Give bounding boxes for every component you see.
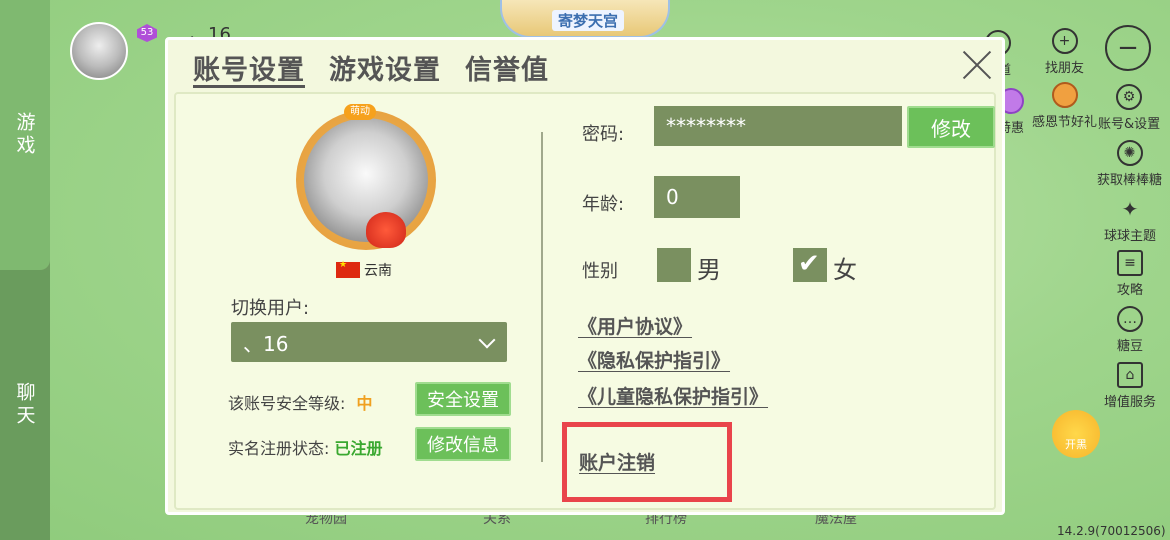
- password-field[interactable]: ********: [654, 106, 902, 146]
- shop-icon: ⌂: [1117, 362, 1143, 388]
- minus-button[interactable]: −: [1105, 25, 1151, 71]
- china-flag-icon: [336, 260, 360, 278]
- realname-row: 实名注册状态: 已注册: [228, 435, 383, 459]
- ball-theme-label: 球球主题: [1104, 229, 1157, 244]
- tab-chat[interactable]: 聊天: [0, 270, 50, 540]
- security-level-label: 该账号安全等级:: [228, 394, 346, 413]
- close-icon[interactable]: [962, 50, 992, 80]
- value-service-menu[interactable]: ⌂ 增值服务: [1104, 362, 1156, 410]
- candy-beans-menu[interactable]: … 糖豆: [1117, 306, 1143, 354]
- thanksgiving-menu[interactable]: 感恩节好礼: [1032, 82, 1097, 130]
- tab-game[interactable]: 游戏: [0, 0, 50, 270]
- book-icon: ≡: [1117, 250, 1143, 276]
- user-select[interactable]: 、16: [231, 322, 507, 362]
- tab-reputation[interactable]: 信誉值: [465, 48, 549, 87]
- dialog-tabs: 账号设置 游戏设置 信誉值: [193, 48, 549, 87]
- guide-menu[interactable]: ≡ 攻略: [1117, 250, 1143, 298]
- candy-beans-label: 糖豆: [1117, 339, 1144, 354]
- guide-label: 攻略: [1117, 283, 1144, 298]
- age-field[interactable]: 0: [654, 176, 740, 218]
- modify-password-button[interactable]: 修改: [907, 106, 995, 148]
- minus-icon: −: [1117, 33, 1139, 63]
- get-candy-menu[interactable]: ✺ 获取棒棒糖: [1097, 140, 1162, 188]
- version-text: 14.2.9(70012506): [1057, 524, 1166, 538]
- find-friends-label: 找朋友: [1045, 61, 1085, 76]
- thanksgiving-label: 感恩节好礼: [1032, 115, 1098, 130]
- crab-decoration: [366, 212, 406, 248]
- frame-tag: 萌动: [344, 104, 376, 120]
- user-select-value: 、16: [243, 331, 289, 356]
- value-service-label: 增值服务: [1104, 395, 1157, 410]
- security-level-row: 该账号安全等级: 中: [228, 390, 373, 414]
- edit-info-button[interactable]: 修改信息: [415, 427, 511, 461]
- account-panel: 萌动 云南 切换用户: 、16 该账号安全等级: 中 安全设置 实名注册状态: …: [174, 92, 996, 510]
- level-badge: 53: [137, 24, 157, 42]
- chat-bubble-icon: …: [1117, 306, 1143, 332]
- account-settings-menu[interactable]: ⚙ 账号&设置: [1098, 84, 1160, 132]
- user-agreement-link[interactable]: 《用户协议》: [578, 312, 692, 339]
- find-friends-menu[interactable]: + 找朋友: [1045, 28, 1084, 76]
- event-banner-label: 寄梦天宫: [552, 10, 625, 31]
- age-label: 年龄:: [582, 194, 625, 215]
- cancel-account-link[interactable]: 账户注销: [579, 448, 655, 475]
- left-rail: 游戏 聊天: [0, 0, 50, 540]
- column-divider: [541, 132, 543, 462]
- get-candy-label: 获取棒棒糖: [1097, 173, 1163, 188]
- tab-account-settings[interactable]: 账号设置: [193, 48, 305, 87]
- ball-theme-menu[interactable]: ✦ 球球主题: [1104, 196, 1156, 244]
- settings-dialog: 账号设置 游戏设置 信誉值 萌动 云南 切换用户: 、16 该账号安全等级: 中…: [165, 37, 1005, 515]
- account-settings-label: 账号&设置: [1098, 117, 1161, 132]
- security-level-value: 中: [356, 394, 373, 413]
- avatar[interactable]: [70, 22, 128, 80]
- chevron-down-icon: [478, 331, 496, 349]
- basket-icon: [1051, 82, 1078, 108]
- realname-value: 已注册: [334, 439, 383, 458]
- gender-label: 性别: [582, 261, 618, 282]
- tab-game-settings[interactable]: 游戏设置: [329, 48, 441, 87]
- region: 云南: [336, 260, 392, 280]
- realname-label: 实名注册状态:: [228, 439, 330, 458]
- kaihei-label: 开黑: [1065, 438, 1087, 451]
- male-label: 男: [697, 256, 721, 284]
- privacy-guide-link[interactable]: 《隐私保护指引》: [578, 346, 730, 373]
- password-label: 密码:: [582, 124, 625, 145]
- sparkle-icon: ✦: [1121, 197, 1139, 221]
- child-privacy-guide-link[interactable]: 《儿童隐私保护指引》: [578, 382, 768, 409]
- male-checkbox[interactable]: [657, 248, 691, 282]
- add-friend-icon: +: [1051, 28, 1078, 54]
- switch-user-label: 切换用户:: [231, 298, 310, 319]
- gear-icon: ⚙: [1116, 84, 1143, 110]
- region-label: 云南: [364, 263, 392, 279]
- event-banner[interactable]: 寄梦天宫: [500, 0, 670, 38]
- security-settings-button[interactable]: 安全设置: [415, 382, 511, 416]
- candy-icon: ✺: [1116, 140, 1143, 166]
- kaihei-button[interactable]: 开黑: [1052, 410, 1100, 458]
- female-label: 女: [833, 256, 857, 284]
- female-checkbox[interactable]: [793, 248, 827, 282]
